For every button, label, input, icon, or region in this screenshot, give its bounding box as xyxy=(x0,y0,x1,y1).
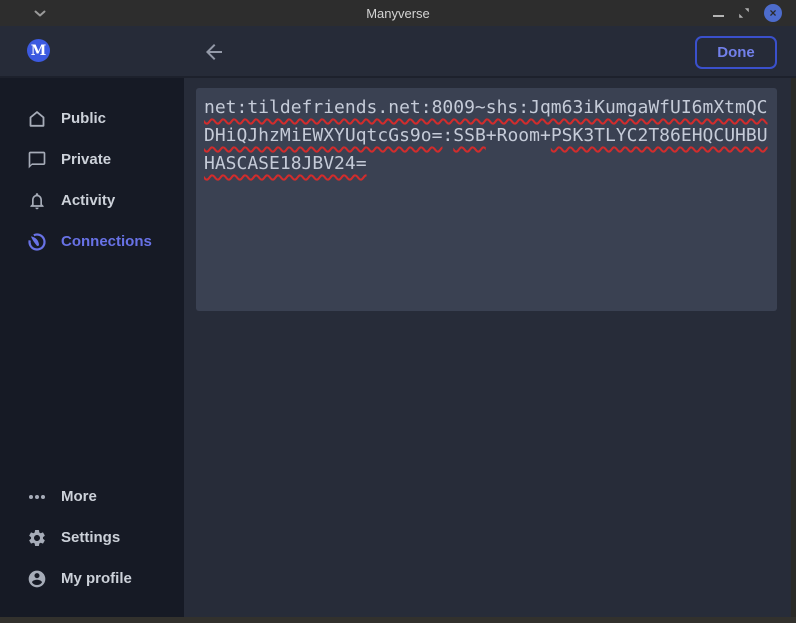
sidebar-bottom-group: More Settings My profile xyxy=(0,476,184,599)
done-button[interactable]: Done xyxy=(695,36,777,69)
gear-icon xyxy=(27,528,47,548)
sidebar-top-group: Public Private Activity Connections xyxy=(0,98,184,262)
profile-icon xyxy=(27,569,47,589)
window-edge-right xyxy=(791,78,796,617)
invite-segment: : xyxy=(442,125,453,146)
sidebar-item-public[interactable]: Public xyxy=(0,98,184,139)
invite-segment: SSB xyxy=(453,125,486,146)
back-arrow-icon[interactable] xyxy=(201,39,227,65)
bell-icon xyxy=(27,191,47,211)
restore-icon[interactable] xyxy=(738,7,750,19)
window-menu-chevron-icon[interactable] xyxy=(34,10,46,17)
gauge-icon xyxy=(27,232,47,252)
more-dots-icon xyxy=(27,487,47,507)
home-icon xyxy=(27,109,47,129)
manyverse-logo-icon: M xyxy=(27,39,50,62)
invite-line: DHiQJhzMiEWXYUqtcGs9o=:SSB+Room+PSK3TLYC… xyxy=(204,122,769,150)
sidebar-item-label: More xyxy=(61,488,97,505)
sidebar: Public Private Activity Connections xyxy=(0,78,184,617)
titlebar: Manyverse × xyxy=(0,0,796,26)
sidebar-item-private[interactable]: Private xyxy=(0,139,184,180)
invite-segment: net:tildefriends.net:8009~shs:Jqm63iKumg… xyxy=(204,97,768,118)
sidebar-item-label: Connections xyxy=(61,233,152,250)
invite-segment: DHiQJhzMiEWXYUqtcGs9o= xyxy=(204,125,442,146)
sidebar-item-label: My profile xyxy=(61,570,132,587)
sidebar-item-settings[interactable]: Settings xyxy=(0,517,184,558)
invite-code-input[interactable]: net:tildefriends.net:8009~shs:Jqm63iKumg… xyxy=(196,88,777,311)
sidebar-item-label: Private xyxy=(61,151,111,168)
invite-line: HASCASE18JBV24= xyxy=(204,150,769,178)
main-content: net:tildefriends.net:8009~shs:Jqm63iKumg… xyxy=(184,78,796,617)
invite-segment: +Room+ xyxy=(486,125,551,146)
window-controls: × xyxy=(713,0,782,26)
minimize-icon[interactable] xyxy=(713,15,724,17)
chat-bubble-icon xyxy=(27,150,47,170)
sidebar-item-more[interactable]: More xyxy=(0,476,184,517)
sidebar-item-label: Activity xyxy=(61,192,115,209)
window-edge-bottom xyxy=(0,617,796,623)
app-header: M Done xyxy=(0,26,796,78)
sidebar-item-connections[interactable]: Connections xyxy=(0,221,184,262)
sidebar-item-activity[interactable]: Activity xyxy=(0,180,184,221)
sidebar-item-label: Settings xyxy=(61,529,120,546)
sidebar-item-my-profile[interactable]: My profile xyxy=(0,558,184,599)
window-title: Manyverse xyxy=(0,6,796,21)
invite-line: net:tildefriends.net:8009~shs:Jqm63iKumg… xyxy=(204,94,769,122)
invite-segment: PSK3TLYC2T86EHQCUHBU xyxy=(551,125,768,146)
sidebar-item-label: Public xyxy=(61,110,106,127)
close-icon[interactable]: × xyxy=(764,4,782,22)
invite-segment: HASCASE18JBV24= xyxy=(204,153,367,174)
